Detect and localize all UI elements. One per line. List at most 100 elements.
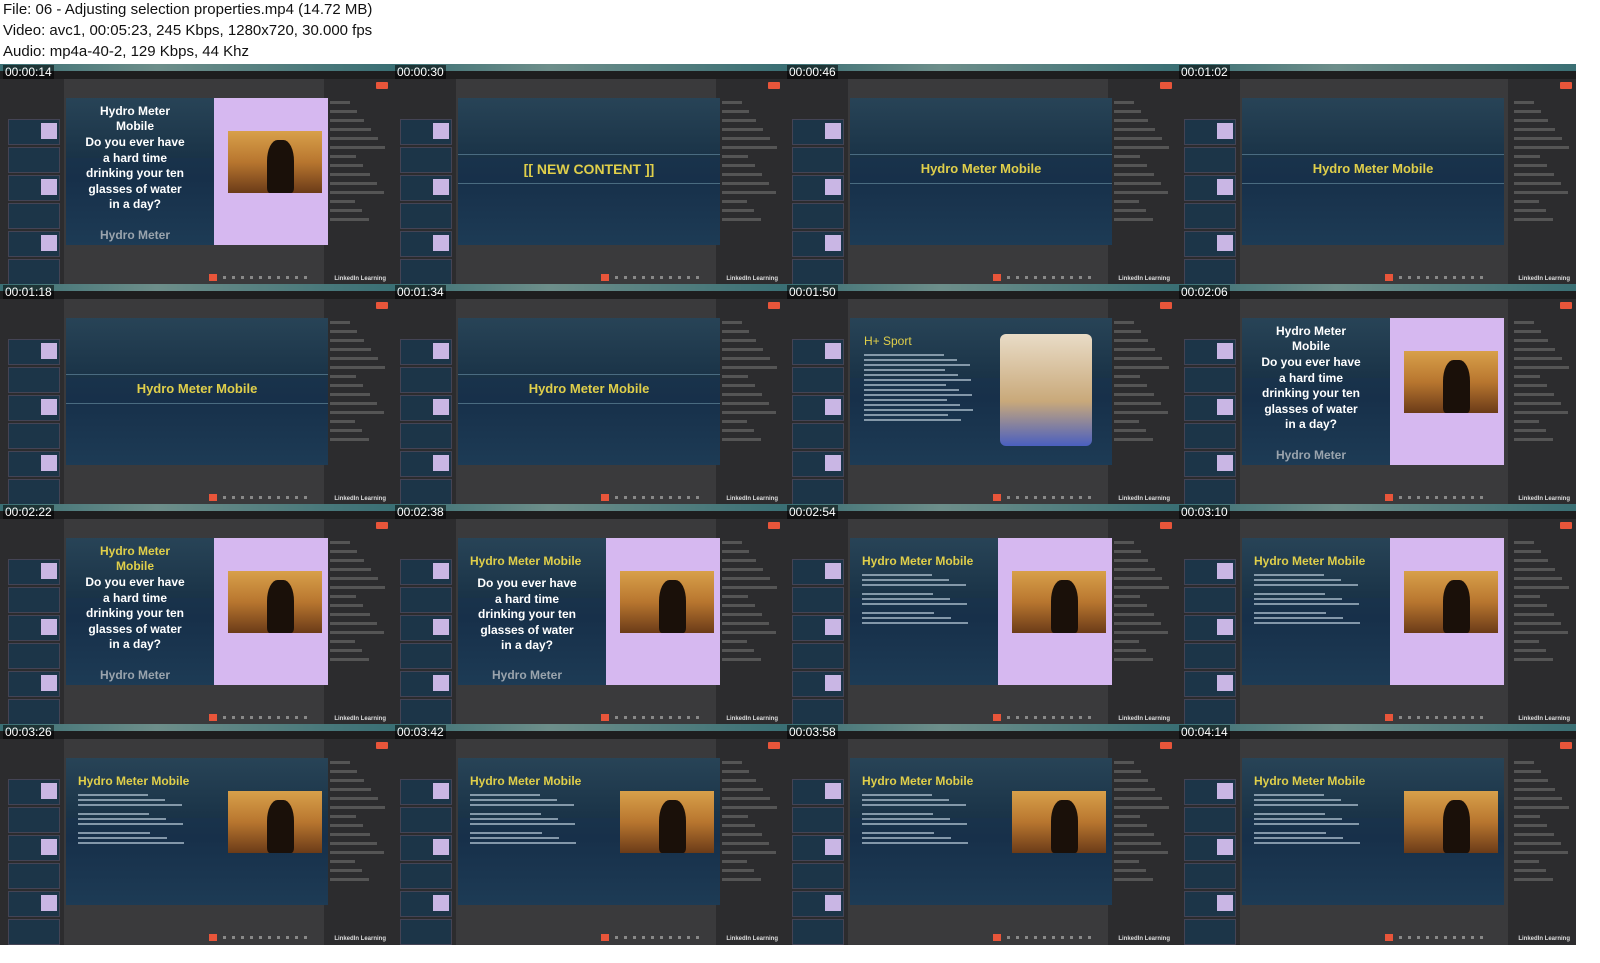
slide-thumbnail[interactable] [792,339,844,365]
move-tool-button[interactable] [601,714,609,721]
slide-thumbnail[interactable] [8,807,60,833]
toolbar-icon[interactable] [304,496,307,499]
toolbar-icon[interactable] [1088,716,1091,719]
slide-thumbnail[interactable] [8,203,60,229]
slide-thumbnail[interactable] [8,175,60,201]
toolbar-icon[interactable] [241,716,244,719]
slide-thumbnail[interactable] [400,395,452,421]
toolbar-icon[interactable] [1399,716,1402,719]
move-tool-button[interactable] [209,934,217,941]
toolbar-icon[interactable] [1034,496,1037,499]
toolbar-icon[interactable] [669,496,672,499]
slide-thumbnail[interactable] [400,587,452,613]
toolbar-icon[interactable] [286,936,289,939]
toolbar-icon[interactable] [642,276,645,279]
toolbar-icon[interactable] [633,936,636,939]
slide-thumbnail[interactable] [8,367,60,393]
toolbar-icon[interactable] [1025,276,1028,279]
slide-thumbnail[interactable] [8,119,60,145]
toolbar-icon[interactable] [660,936,663,939]
toolbar-icon[interactable] [295,496,298,499]
toolbar-icon[interactable] [1079,936,1082,939]
toolbar-icon[interactable] [1444,936,1447,939]
toolbar-icon[interactable] [304,716,307,719]
toolbar-icon[interactable] [1061,716,1064,719]
share-button[interactable] [1560,522,1572,529]
slide-thumbnail[interactable] [792,423,844,449]
toolbar-icon[interactable] [615,276,618,279]
toolbar-icon[interactable] [232,936,235,939]
slide-thumbnail[interactable] [792,559,844,585]
slide-thumbnail[interactable] [1184,559,1236,585]
toolbar-icon[interactable] [1088,276,1091,279]
toolbar-icon[interactable] [1417,936,1420,939]
slide-thumbnail[interactable] [792,699,844,725]
slide-thumbnail[interactable] [1184,147,1236,173]
slide-thumbnail[interactable] [8,699,60,725]
toolbar-icon[interactable] [1435,496,1438,499]
slide-thumbnail[interactable] [792,479,844,505]
slide-thumbnail[interactable] [792,231,844,257]
toolbar-icon[interactable] [1070,496,1073,499]
slide-thumbnail[interactable] [400,175,452,201]
slide-thumbnail[interactable] [792,891,844,917]
move-tool-button[interactable] [601,934,609,941]
toolbar-icon[interactable] [1480,716,1483,719]
slide-thumbnail[interactable] [1184,863,1236,889]
move-tool-button[interactable] [993,714,1001,721]
toolbar-icon[interactable] [259,936,262,939]
slide-thumbnail[interactable] [1184,175,1236,201]
toolbar-icon[interactable] [259,716,262,719]
toolbar-icon[interactable] [696,716,699,719]
toolbar-icon[interactable] [1043,276,1046,279]
toolbar-icon[interactable] [1399,936,1402,939]
toolbar-icon[interactable] [1079,716,1082,719]
slide-thumbnail[interactable] [792,615,844,641]
slide-thumbnail[interactable] [1184,259,1236,285]
toolbar-icon[interactable] [1052,496,1055,499]
slide-thumbnail[interactable] [1184,339,1236,365]
toolbar-icon[interactable] [1426,276,1429,279]
toolbar-icon[interactable] [1088,496,1091,499]
toolbar-icon[interactable] [232,276,235,279]
slide-thumbnail[interactable] [1184,891,1236,917]
toolbar-icon[interactable] [1471,936,1474,939]
move-tool-button[interactable] [1385,934,1393,941]
share-button[interactable] [1160,522,1172,529]
toolbar-icon[interactable] [1453,716,1456,719]
toolbar-icon[interactable] [1034,716,1037,719]
toolbar-icon[interactable] [1462,716,1465,719]
toolbar-icon[interactable] [268,716,271,719]
toolbar-icon[interactable] [624,276,627,279]
toolbar-icon[interactable] [1025,716,1028,719]
slide-thumbnail[interactable] [8,615,60,641]
toolbar-icon[interactable] [615,716,618,719]
slide-thumbnail[interactable] [792,147,844,173]
slide-thumbnail[interactable] [1184,451,1236,477]
toolbar-icon[interactable] [1462,936,1465,939]
move-tool-button[interactable] [1385,494,1393,501]
slide-thumbnail[interactable] [8,339,60,365]
toolbar-icon[interactable] [651,936,654,939]
toolbar-icon[interactable] [1025,936,1028,939]
toolbar-icon[interactable] [223,496,226,499]
share-button[interactable] [1160,82,1172,89]
toolbar-icon[interactable] [1399,496,1402,499]
slide-thumbnail[interactable] [8,559,60,585]
toolbar-icon[interactable] [1462,496,1465,499]
slide-thumbnail[interactable] [8,671,60,697]
share-button[interactable] [1560,742,1572,749]
slide-thumbnail[interactable] [1184,479,1236,505]
slide-thumbnail[interactable] [400,835,452,861]
slide-thumbnail[interactable] [8,423,60,449]
toolbar-icon[interactable] [633,276,636,279]
toolbar-icon[interactable] [1061,496,1064,499]
toolbar-icon[interactable] [1426,716,1429,719]
toolbar-icon[interactable] [1480,936,1483,939]
slide-thumbnail[interactable] [400,451,452,477]
toolbar-icon[interactable] [642,496,645,499]
slide-thumbnail[interactable] [792,919,844,945]
toolbar-icon[interactable] [295,716,298,719]
move-tool-button[interactable] [993,934,1001,941]
toolbar-icon[interactable] [1471,276,1474,279]
